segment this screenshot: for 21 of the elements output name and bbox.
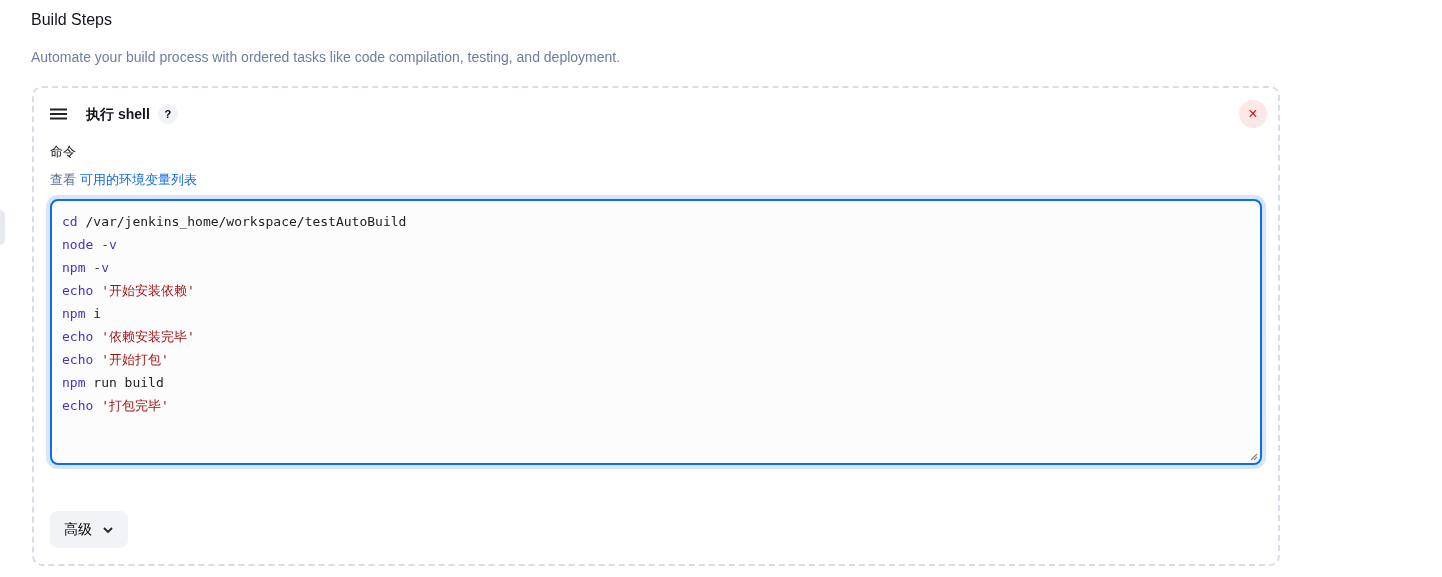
drag-handle-icon[interactable] — [50, 108, 67, 120]
code-line: echo '开始打包' — [62, 351, 170, 369]
code-line: cd /var/jenkins_home/workspace/testAutoBuild — [62, 213, 408, 231]
advanced-button[interactable]: 高级 — [50, 511, 128, 548]
code-line: npm run build — [62, 374, 165, 392]
env-prefix: 查看 — [50, 171, 76, 187]
code-line: npm -v — [62, 259, 110, 277]
resize-handle-icon[interactable] — [1248, 451, 1258, 461]
code-line: npm i — [62, 305, 103, 323]
env-variables-link[interactable]: 可用的环境变量列表 — [79, 171, 197, 187]
code-line: echo '开始安装依赖' — [62, 282, 196, 300]
code-line: node -v — [62, 236, 118, 254]
code-line: echo '打包完毕' — [62, 397, 170, 415]
section-title: Build Steps — [31, 10, 113, 30]
chevron-down-icon — [102, 525, 114, 534]
help-button[interactable]: ? — [157, 104, 178, 124]
section-description: Automate your build process with ordered tasks like code compilation, testing, and deployment. — [31, 48, 622, 67]
code-line: echo '依赖安装完毕' — [62, 328, 196, 346]
close-button[interactable]: × — [1239, 100, 1267, 128]
step-title: 执行 shell — [86, 104, 150, 124]
field-label: 命令 — [50, 143, 77, 161]
